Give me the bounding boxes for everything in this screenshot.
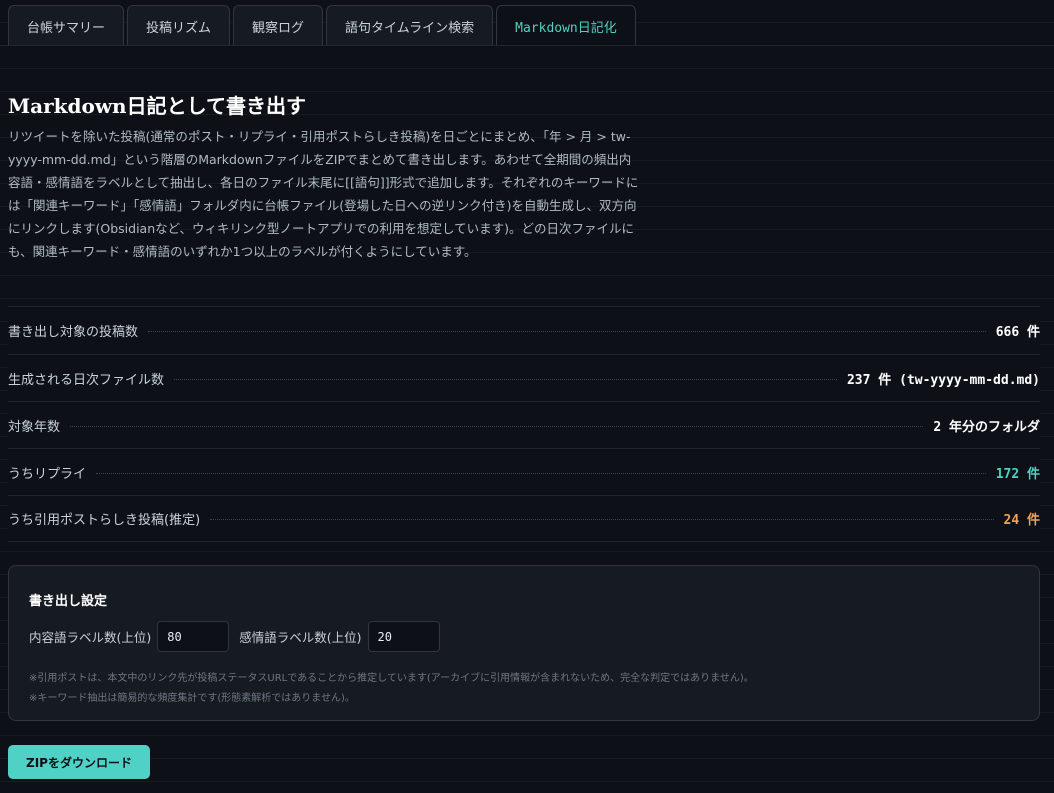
stat-row-daily-files: 生成される日次ファイル数 237 件 (tw-yyyy-mm-dd.md) — [8, 354, 1040, 401]
leader-dots — [174, 378, 837, 380]
emotion-label-count-input[interactable] — [367, 621, 440, 652]
stat-label: うちリプライ — [8, 466, 87, 482]
stat-row-quote-posts: うち引用ポストらしき投稿(推定) 24 件 — [8, 495, 1040, 542]
settings-fields: 内容語ラベル数(上位) 感情語ラベル数(上位) — [29, 621, 450, 652]
settings-title: 書き出し設定 — [29, 594, 108, 609]
stat-value: 666 件 — [995, 325, 1040, 340]
tab-posting-rhythm[interactable]: 投稿リズム — [127, 5, 231, 46]
stat-row-posts: 書き出し対象の投稿数 666 件 — [8, 306, 1040, 354]
tab-divider — [0, 45, 1054, 46]
tab-ledger-summary[interactable]: 台帳サマリー — [8, 5, 125, 46]
stat-value: 172 件 — [995, 466, 1040, 482]
quote-estimation-note: ※引用ポストは、本文中のリンク先が投稿ステータスURLであることから推定していま… — [29, 673, 754, 684]
emotion-label-count-label: 感情語ラベル数(上位) — [239, 630, 362, 645]
stat-label: 生成される日次ファイル数 — [8, 372, 165, 388]
download-zip-button[interactable]: ZIPをダウンロード — [8, 745, 150, 779]
tab-observation-log[interactable]: 観察ログ — [233, 5, 324, 46]
leader-dots — [148, 331, 986, 332]
stat-value: 2 年分のフォルダ — [933, 419, 1040, 435]
page-description: リツイートを除いた投稿(通常のポスト・リプライ・引用ポストらしき投稿)を日ごとに… — [8, 129, 639, 259]
stat-label: 書き出し対象の投稿数 — [8, 325, 139, 340]
content-label-count-label: 内容語ラベル数(上位) — [29, 630, 152, 645]
stat-row-replies: うちリプライ 172 件 — [8, 448, 1040, 495]
export-settings-panel: 書き出し設定 内容語ラベル数(上位) 感情語ラベル数(上位) ※引用ポストは、本… — [8, 565, 1040, 721]
keyword-extraction-note: ※キーワード抽出は簡易的な頻度集計です(形態素解析ではありません)。 — [29, 693, 355, 704]
tab-phrase-timeline-search[interactable]: 語句タイムライン検索 — [326, 5, 494, 46]
leader-dots — [70, 425, 924, 427]
content-label-count-input[interactable] — [157, 621, 230, 652]
stat-value: 237 件 (tw-yyyy-mm-dd.md) — [846, 372, 1040, 388]
stat-label: うち引用ポストらしき投稿(推定) — [8, 513, 201, 528]
leader-dots — [210, 519, 994, 520]
stat-value: 24 件 — [1003, 513, 1040, 528]
page-title: Markdown日記として書き出す — [8, 94, 306, 118]
tab-markdown-diary[interactable]: Markdown日記化 — [496, 5, 636, 46]
tab-bar: 台帳サマリー 投稿リズム 観察ログ 語句タイムライン検索 Markdown日記化 — [8, 5, 636, 46]
stat-label: 対象年数 — [8, 419, 61, 435]
leader-dots — [96, 472, 986, 474]
stats-list: 書き出し対象の投稿数 666 件 生成される日次ファイル数 237 件 (tw-… — [8, 306, 1040, 542]
stat-row-years: 対象年数 2 年分のフォルダ — [8, 401, 1040, 448]
